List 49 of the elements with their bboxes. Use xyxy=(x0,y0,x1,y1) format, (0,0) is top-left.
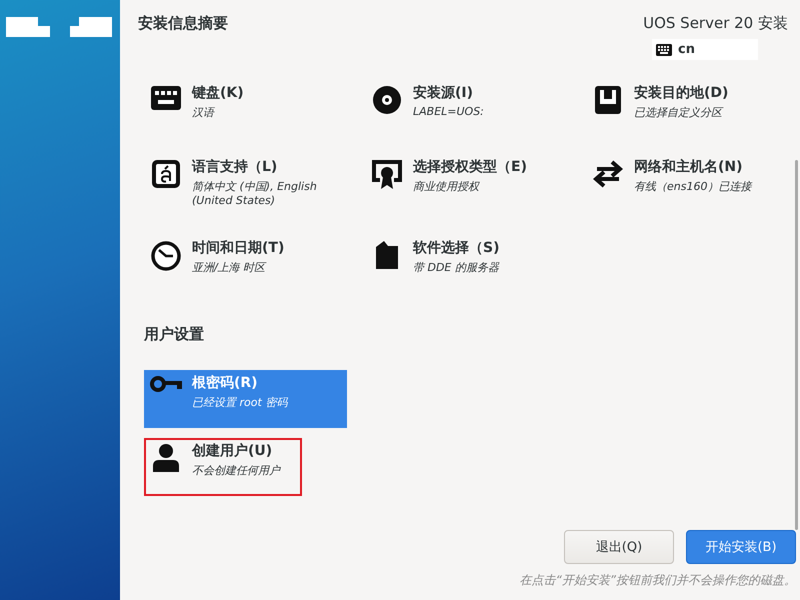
section-heading: 用户设置 xyxy=(144,325,205,344)
item-status: 商业使用授权 xyxy=(413,179,481,194)
item-status: 有线（ens160）已连接 xyxy=(634,179,752,194)
keyboard-layout-indicator[interactable]: cn xyxy=(652,39,758,60)
begin-install-button[interactable]: 开始安装(B) xyxy=(686,530,796,564)
item-status: 亚洲/上海 时区 xyxy=(192,260,268,275)
item-title: 网络和主机名(N) xyxy=(634,158,744,176)
settings-item[interactable]: 选择授权类型（E) 商业使用授权 xyxy=(365,150,586,215)
settings-item[interactable]: 键盘(K) 汉语 xyxy=(144,76,365,134)
settings-item[interactable]: 网络和主机名(N) 有线（ens160）已连接 xyxy=(586,150,796,215)
item-status: 不会创建任何用户 xyxy=(192,463,280,478)
language-icon xyxy=(152,160,180,188)
settings-item[interactable]: 创建用户(U) 不会创建任何用户 xyxy=(144,438,302,496)
item-status: 已选择自定义分区 xyxy=(634,105,724,120)
item-title: 时间和日期(T) xyxy=(192,239,284,257)
keyboard-icon xyxy=(656,44,672,56)
quit-button[interactable]: 退出(Q) xyxy=(564,530,674,564)
item-status: LABEL=UOS: xyxy=(413,105,484,118)
item-status: 带 DDE 的服务器 xyxy=(413,260,500,275)
settings-item[interactable]: 时间和日期(T) 亚洲/上海 时区 xyxy=(144,231,365,289)
settings-item[interactable]: 软件选择（S) 带 DDE 的服务器 xyxy=(365,231,586,289)
item-status: 已经设置 root 密码 xyxy=(192,395,288,410)
disc-icon xyxy=(373,86,401,114)
item-title: 创建用户(U) xyxy=(192,442,274,460)
user-icon xyxy=(153,444,179,472)
item-title: 选择授权类型（E) xyxy=(413,158,527,176)
settings-item[interactable]: 根密码(R) 已经设置 root 密码 xyxy=(144,370,347,428)
keyboard-icon xyxy=(151,86,181,110)
item-title: 安装源(I) xyxy=(413,84,474,102)
item-title: 软件选择（S) xyxy=(413,239,500,257)
product-name: UOS Server 20 安装 xyxy=(643,14,788,33)
item-status: 简体中文 (中国), English (United States) xyxy=(192,179,318,207)
settings-item[interactable]: 安装目的地(D) 已选择自定义分区 xyxy=(586,76,796,134)
item-title: 安装目的地(D) xyxy=(634,84,728,102)
page-title: 安装信息摘要 xyxy=(138,14,228,34)
settings-item[interactable]: 语言支持（L) 简体中文 (中国), English (United States) xyxy=(144,150,365,215)
certificate-icon xyxy=(372,160,402,190)
clock-icon xyxy=(151,241,181,271)
item-title: 根密码(R) xyxy=(192,374,259,392)
scrollbar[interactable] xyxy=(795,160,798,530)
package-icon xyxy=(376,241,398,269)
drive-icon xyxy=(595,86,621,114)
key-icon xyxy=(150,376,182,392)
item-title: 语言支持（L) xyxy=(192,158,278,176)
settings-item[interactable]: 安装源(I) LABEL=UOS: xyxy=(365,76,586,134)
disk-notice: 在点击“开始安装”按钮前我们并不会操作您的磁盘。 xyxy=(520,572,796,589)
item-status: 汉语 xyxy=(192,105,216,120)
item-title: 键盘(K) xyxy=(192,84,244,102)
arrows-icon xyxy=(593,160,623,188)
